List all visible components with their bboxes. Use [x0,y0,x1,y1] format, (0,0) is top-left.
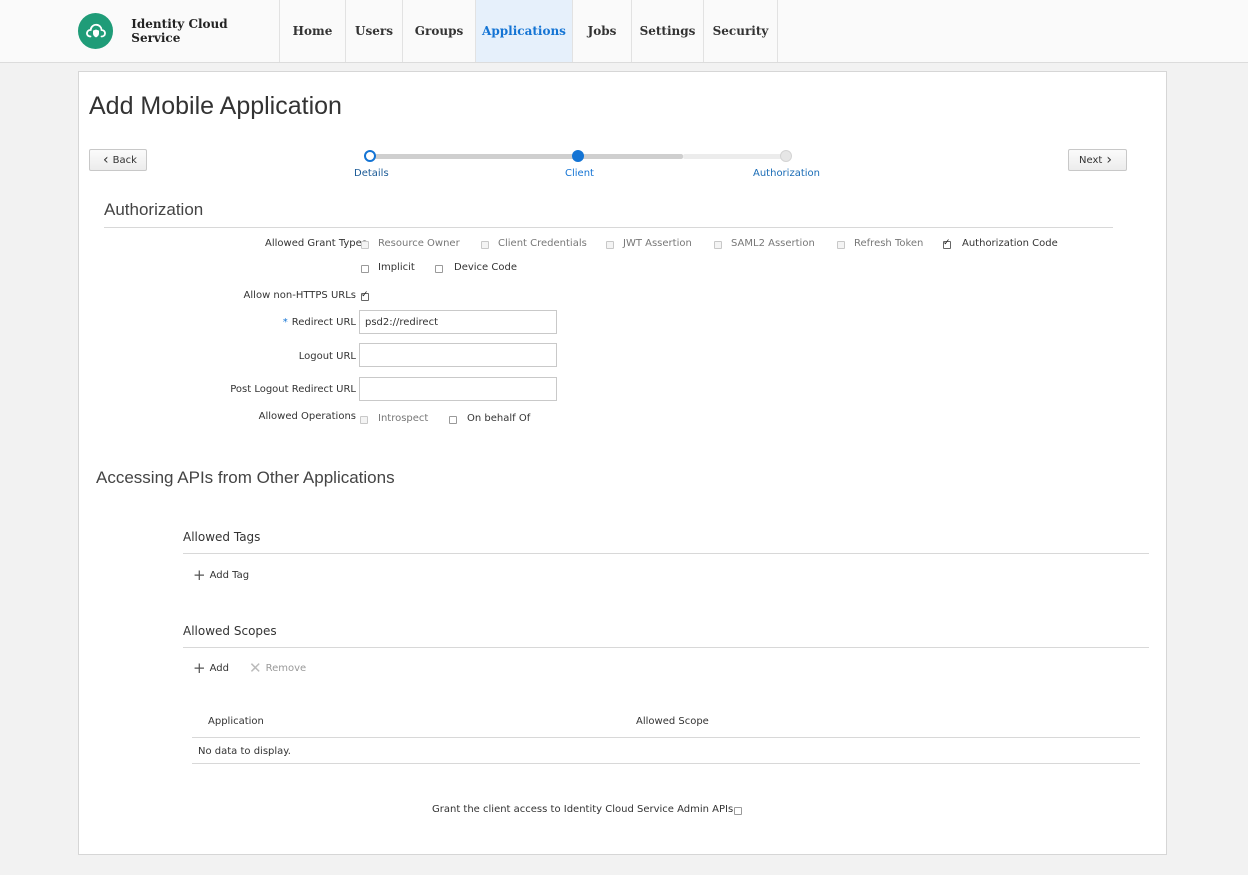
required-marker: * [282,317,288,328]
add-application-panel: Add Mobile Application ‹ Back Next › Det… [78,71,1167,855]
train-stop-details[interactable] [364,150,376,162]
grant-resource-owner-checkbox[interactable] [361,241,369,249]
add-scope-button[interactable]: + Add [193,659,229,677]
admin-api-access-checkbox[interactable] [734,807,742,815]
scopes-divider [183,647,1149,648]
operation-on-behalf-of-checkbox[interactable] [449,416,457,424]
grant-implicit-label: Implicit [378,262,415,273]
train-label-authorization[interactable]: Authorization [753,168,820,179]
top-bar: Identity Cloud Service Home Users Groups… [0,0,1248,63]
tags-divider [183,553,1149,554]
grant-saml2-assertion-checkbox[interactable] [714,241,722,249]
allowed-scopes-title: Allowed Scopes [183,624,277,638]
back-button[interactable]: ‹ Back [89,149,147,171]
redirect-url-input[interactable] [359,310,557,334]
page-title: Add Mobile Application [89,92,342,120]
grant-client-credentials-label: Client Credentials [498,238,587,249]
grant-resource-owner-label: Resource Owner [378,238,460,249]
remove-scope-button[interactable]: ✕ Remove [249,659,306,677]
close-icon: ✕ [249,659,262,677]
cloud-shield-logo-icon [78,13,114,49]
nav-security[interactable]: Security [703,0,778,62]
train-stop-client[interactable] [572,150,584,162]
table-empty-message: No data to display. [198,746,291,757]
admin-api-access-label: Grant the client access to Identity Clou… [432,804,737,815]
train-remaining-line [683,154,787,159]
authorization-section-title: Authorization [104,200,204,219]
operation-on-behalf-of-label: On behalf Of [467,413,531,424]
grant-authorization-code-checkbox[interactable] [943,238,951,249]
chevron-right-icon: › [1106,152,1112,168]
grant-client-credentials-checkbox[interactable] [481,241,489,249]
post-logout-redirect-url-label: Post Logout Redirect URL [230,384,356,395]
brand-name: Identity Cloud Service [131,17,228,45]
back-button-label: Back [112,154,137,166]
nav-settings[interactable]: Settings [631,0,703,62]
add-scope-label: Add [209,662,229,674]
allowed-operations-label: Allowed Operations [258,411,356,422]
grant-device-code-label: Device Code [454,262,517,273]
section-divider [104,227,1113,228]
next-button-label: Next [1079,154,1103,166]
nav-home[interactable]: Home [279,0,345,62]
add-tag-button[interactable]: + Add Tag [193,566,249,584]
allowed-tags-title: Allowed Tags [183,530,261,544]
redirect-url-label-text: Redirect URL [291,317,356,328]
grant-refresh-token-label: Refresh Token [854,238,924,249]
add-tag-label: Add Tag [209,569,250,581]
operation-introspect-label: Introspect [378,413,429,424]
post-logout-redirect-url-input[interactable] [359,377,557,401]
grant-refresh-token-checkbox[interactable] [837,241,845,249]
nav-groups[interactable]: Groups [402,0,475,62]
grant-saml2-assertion-label: SAML2 Assertion [731,238,815,249]
grant-device-code-checkbox[interactable] [435,265,443,273]
non-https-checkbox[interactable] [361,290,369,301]
table-header-allowed-scope[interactable]: Allowed Scope [636,716,709,727]
grant-authorization-code-label: Authorization Code [962,238,1058,249]
next-button[interactable]: Next › [1068,149,1127,171]
table-header-divider [192,737,1140,738]
table-bottom-divider [192,763,1140,764]
train-label-client[interactable]: Client [565,168,594,179]
grant-types-label: Allowed Grant Types [265,238,367,249]
operation-introspect-checkbox[interactable] [360,416,368,424]
redirect-url-label: * Redirect URL [179,317,356,328]
brand[interactable]: Identity Cloud Service [78,0,278,62]
main-nav: Home Users Groups Applications Jobs Sett… [279,0,778,62]
logout-url-input[interactable] [359,343,557,367]
nav-users[interactable]: Users [345,0,402,62]
grant-jwt-assertion-checkbox[interactable] [606,241,614,249]
grant-jwt-assertion-label: JWT Assertion [623,238,692,249]
plus-icon: + [193,659,206,677]
train-progress-line [375,154,683,159]
grant-implicit-checkbox[interactable] [361,265,369,273]
chevron-left-icon: ‹ [103,152,109,168]
remove-scope-label: Remove [265,662,307,674]
train-stop-authorization[interactable] [780,150,792,162]
train-label-details[interactable]: Details [354,168,389,179]
nav-applications[interactable]: Applications [475,0,572,62]
non-https-label: Allow non-HTTPS URLs [243,290,356,301]
apis-section-title: Accessing APIs from Other Applications [96,468,395,487]
plus-icon: + [193,566,206,584]
table-header-application[interactable]: Application [208,716,264,727]
nav-jobs[interactable]: Jobs [572,0,631,62]
logout-url-label: Logout URL [298,351,356,362]
